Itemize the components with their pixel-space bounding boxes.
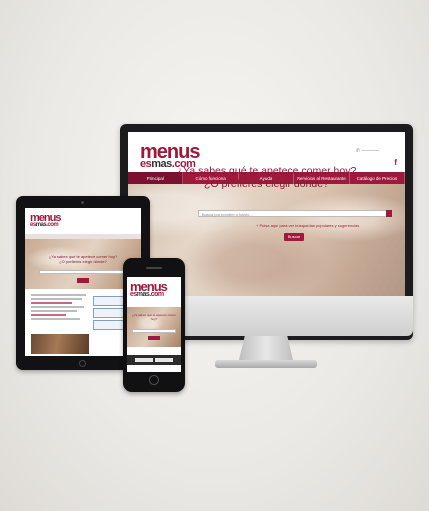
hero-title: ¿Ya sabes qué te apetece comer hoy? ¿O p…	[128, 165, 405, 191]
phone-home-button	[149, 375, 159, 385]
phone-tab[interactable]	[135, 358, 153, 362]
tablet-search-button[interactable]	[77, 278, 89, 283]
tablet-hero-title: ¿Ya sabes qué te apetece comer hoy? ¿O p…	[33, 254, 133, 264]
suggestions-link[interactable]: + Pulsa aquí para ver búsquedas populare…	[256, 223, 359, 228]
tablet-camera	[81, 201, 84, 204]
search-input[interactable]: Busca por nombre o barrio...	[198, 210, 392, 217]
search-button[interactable]: Buscar	[284, 233, 304, 241]
search-icon[interactable]	[386, 210, 392, 217]
tablet-hero-line-2: ¿O prefieres elegir dónde?	[59, 259, 107, 265]
phone-logo-sub: esmas.com	[130, 291, 164, 298]
monitor-stand-base	[215, 360, 317, 368]
tablet-logo-sub: esmas.com	[30, 222, 59, 228]
hero-title-line-2: ¿O prefieres elegir dónde?	[204, 178, 329, 191]
tablet-home-button	[79, 360, 86, 367]
tablet-logo[interactable]: menus esmas.com	[30, 213, 61, 229]
phone-speaker	[146, 267, 162, 269]
phone-search-button[interactable]	[148, 336, 160, 340]
phone-logo[interactable]: menus esmas.com	[130, 280, 168, 298]
contact-icon[interactable]: ✆ ─────	[356, 148, 379, 154]
tablet-photo	[31, 334, 89, 354]
phone-screen: menus esmas.com ¿Ya sabes qué te apetece…	[127, 277, 181, 372]
tablet-search-input[interactable]	[39, 270, 127, 274]
tablet-body-text	[31, 294, 89, 322]
phone-hero-title: ¿Ya sabes qué te apetece comer hoy?	[132, 313, 176, 321]
phone-search-input[interactable]	[132, 329, 176, 333]
phone-tab[interactable]	[155, 358, 173, 362]
hero-title-line-1: ¿Ya sabes qué te apetece comer hoy?	[176, 165, 357, 177]
